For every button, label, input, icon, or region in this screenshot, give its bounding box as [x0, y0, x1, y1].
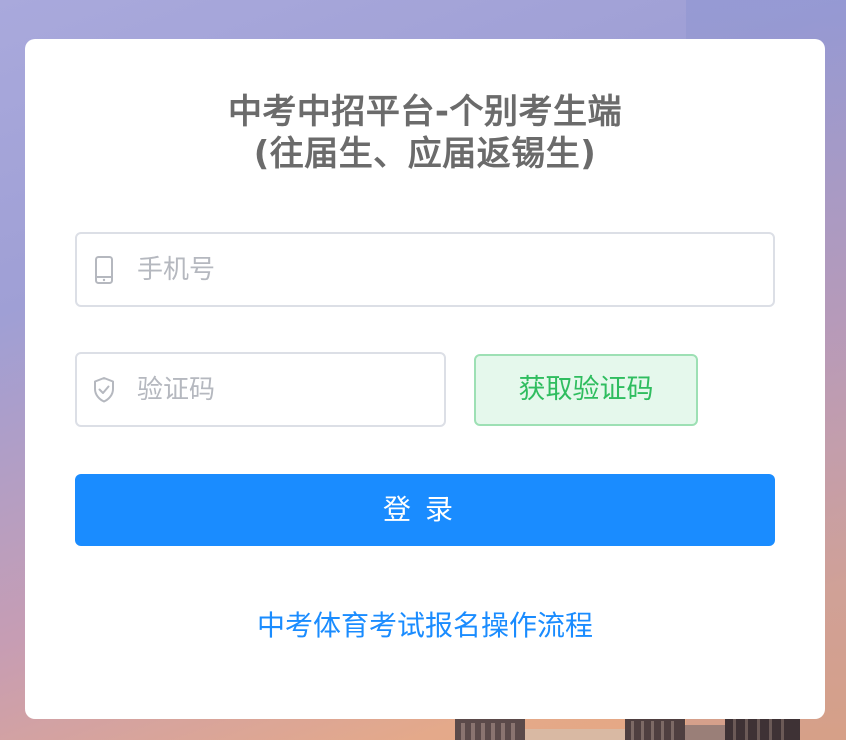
page-title-line2: (往届生、应届返锡生): [253, 134, 597, 174]
mobile-phone-icon: [95, 256, 113, 284]
login-card: 中考中招平台-个别考生端 (往届生、应届返锡生) 获取验证码 登录 中考体育考试…: [25, 39, 825, 719]
phone-field[interactable]: [75, 232, 775, 307]
page-title: 中考中招平台-个别考生端 (往届生、应届返锡生): [25, 91, 825, 175]
registration-process-link[interactable]: 中考体育考试报名操作流程: [25, 607, 825, 645]
page-title-line1: 中考中招平台-个别考生端: [227, 92, 623, 132]
phone-input[interactable]: [137, 234, 758, 305]
verification-code-input[interactable]: [137, 354, 429, 425]
shield-check-icon: [94, 377, 114, 403]
login-button[interactable]: 登录: [75, 474, 775, 546]
get-verification-code-button[interactable]: 获取验证码: [474, 354, 698, 426]
verification-code-field[interactable]: [75, 352, 446, 427]
